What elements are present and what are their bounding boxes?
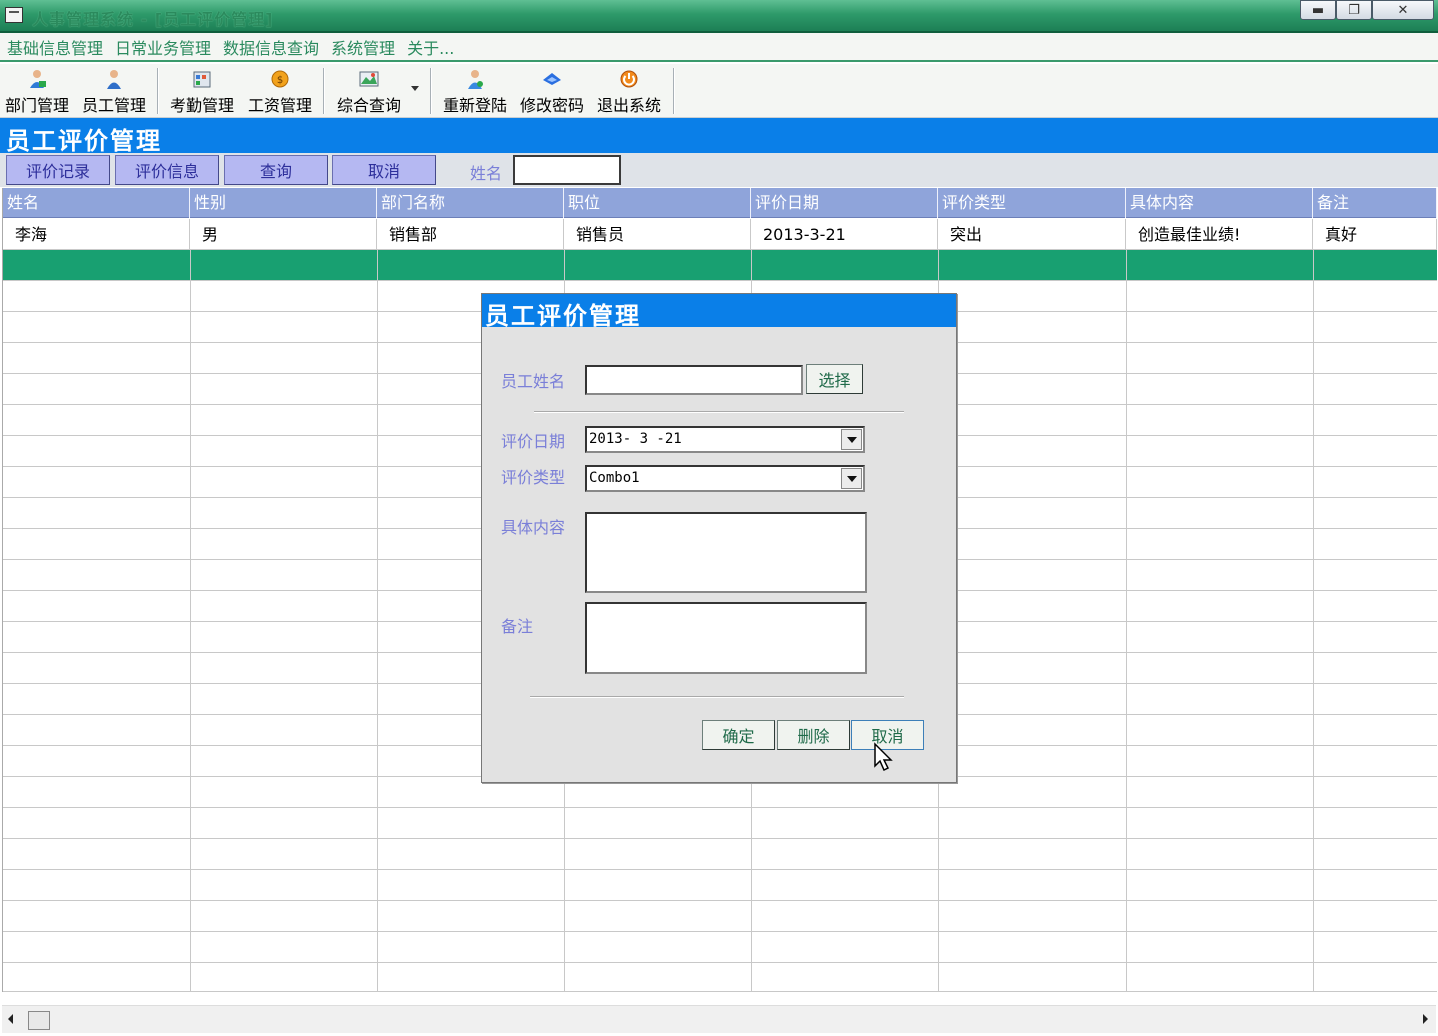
attendance-icon xyxy=(193,71,211,88)
restore-button[interactable]: ❐ xyxy=(1336,0,1372,20)
query-dropdown-arrow[interactable] xyxy=(411,86,419,91)
command-bar: 评价记录 评价信息 查询 取消 姓名 xyxy=(0,153,1438,187)
select-employee-button[interactable]: 选择 xyxy=(806,364,863,394)
table-cell: 男 xyxy=(190,219,377,250)
column-header-remark[interactable]: 备注 xyxy=(1313,188,1437,218)
employee-name-label: 员工姓名 xyxy=(501,372,566,391)
window-title: 人事管理系统 - [员工评价管理] xyxy=(32,10,274,29)
minimize-button[interactable]: ▬ xyxy=(1300,0,1336,20)
chevron-down-icon[interactable] xyxy=(841,429,862,450)
evaluation-info-button[interactable]: 评价信息 xyxy=(115,155,219,185)
remark-label: 备注 xyxy=(501,617,534,636)
menu-about[interactable]: 关于... xyxy=(404,35,463,59)
evaluation-date-label: 评价日期 xyxy=(501,432,566,451)
menu-daily-business[interactable]: 日常业务管理 xyxy=(112,35,220,59)
query-icon xyxy=(359,71,379,87)
cancel-query-button[interactable]: 取消 xyxy=(332,155,436,185)
toolbar-separator xyxy=(323,68,325,114)
salary-icon: $ xyxy=(271,70,289,88)
evaluation-dialog: 员工评价管理 员工姓名 选择 评价日期 2013- 3 -21 评价类型 Com… xyxy=(481,293,957,783)
toolbar-query-button[interactable]: 综合查询 xyxy=(332,66,406,116)
delete-button[interactable]: 删除 xyxy=(777,720,850,750)
table-cell: 突出 xyxy=(938,219,1126,250)
mouse-cursor-icon xyxy=(874,742,893,772)
toolbar-separator xyxy=(430,68,432,114)
restore-icon: ❐ xyxy=(1348,2,1360,18)
table-cell: 创造最佳业绩! xyxy=(1126,219,1313,250)
minimize-icon: ▬ xyxy=(1311,2,1325,18)
remark-textarea[interactable] xyxy=(585,602,867,674)
toolbar-separator xyxy=(673,68,675,114)
content-label: 具体内容 xyxy=(501,518,566,537)
window-title-bar: 人事管理系统 - [员工评价管理] ▬ ❐ ✕ xyxy=(0,0,1438,33)
table-cell: 真好 xyxy=(1313,219,1437,250)
menu-bar: 基础信息管理 日常业务管理 数据信息查询 系统管理 关于... xyxy=(0,33,1438,62)
column-header-type[interactable]: 评价类型 xyxy=(938,188,1126,218)
toolbar: 部门管理 员工管理 考勤管理 $ 工资管理 综合查询 重新登陆 修改密码 退出系… xyxy=(0,64,1438,118)
table-cell: 李海 xyxy=(3,219,190,250)
column-header-gender[interactable]: 性别 xyxy=(190,188,377,218)
horizontal-scrollbar[interactable] xyxy=(2,1005,1436,1033)
department-icon xyxy=(30,70,46,88)
evaluation-records-button[interactable]: 评价记录 xyxy=(6,155,110,185)
column-header-position[interactable]: 职位 xyxy=(564,188,751,218)
dialog-title-bar: 员工评价管理 xyxy=(482,294,956,330)
toolbar-password-button[interactable]: 修改密码 xyxy=(516,66,588,116)
close-button[interactable]: ✕ xyxy=(1372,0,1434,20)
content-textarea[interactable] xyxy=(585,512,867,593)
name-filter-label: 姓名 xyxy=(470,164,503,183)
toolbar-attendance-button[interactable]: 考勤管理 xyxy=(166,66,238,116)
toolbar-exit-button[interactable]: 退出系统 xyxy=(593,66,665,116)
svg-text:$: $ xyxy=(277,75,283,86)
chevron-down-icon[interactable] xyxy=(841,468,862,489)
table-cell: 销售部 xyxy=(377,219,564,250)
relogin-icon xyxy=(468,70,483,89)
table-header: 姓名 性别 部门名称 职位 评价日期 评价类型 具体内容 备注 xyxy=(3,188,1437,218)
evaluation-type-label: 评价类型 xyxy=(501,468,566,487)
menu-basic-info[interactable]: 基础信息管理 xyxy=(4,35,112,59)
scroll-left-arrow-icon[interactable] xyxy=(8,1014,13,1024)
evaluation-type-value: Combo1 xyxy=(589,470,640,486)
page-title: 员工评价管理 xyxy=(6,126,162,155)
column-header-content[interactable]: 具体内容 xyxy=(1126,188,1313,218)
password-icon xyxy=(543,73,561,85)
toolbar-relogin-button[interactable]: 重新登陆 xyxy=(439,66,511,116)
table-cell: 2013-3-21 xyxy=(751,219,938,250)
dialog-divider xyxy=(530,696,904,698)
employee-icon xyxy=(107,70,121,89)
column-header-department[interactable]: 部门名称 xyxy=(377,188,564,218)
app-window-icon xyxy=(5,7,23,23)
toolbar-department-button[interactable]: 部门管理 xyxy=(2,66,72,116)
close-icon: ✕ xyxy=(1397,2,1409,18)
evaluation-type-select[interactable]: Combo1 xyxy=(585,465,865,492)
menu-data-query[interactable]: 数据信息查询 xyxy=(220,35,328,59)
table-cell: 销售员 xyxy=(564,219,751,250)
employee-name-input[interactable] xyxy=(585,365,803,395)
query-button[interactable]: 查询 xyxy=(224,155,328,185)
evaluation-date-picker[interactable]: 2013- 3 -21 xyxy=(585,426,865,453)
toolbar-separator xyxy=(157,68,159,114)
dialog-title: 员工评价管理 xyxy=(485,301,641,330)
section-header: 员工评价管理 xyxy=(0,118,1438,155)
exit-icon xyxy=(620,70,638,88)
dialog-divider xyxy=(534,411,904,413)
evaluation-date-value: 2013- 3 -21 xyxy=(589,431,682,447)
column-header-name[interactable]: 姓名 xyxy=(3,188,190,218)
toolbar-salary-button[interactable]: $ 工资管理 xyxy=(244,66,316,116)
scroll-right-arrow-icon[interactable] xyxy=(1423,1014,1428,1024)
menu-system[interactable]: 系统管理 xyxy=(328,35,404,59)
column-header-date[interactable]: 评价日期 xyxy=(751,188,938,218)
scrollbar-thumb[interactable] xyxy=(28,1011,50,1030)
confirm-button[interactable]: 确定 xyxy=(702,720,775,750)
toolbar-employee-button[interactable]: 员工管理 xyxy=(78,66,150,116)
name-filter-input[interactable] xyxy=(513,155,621,185)
